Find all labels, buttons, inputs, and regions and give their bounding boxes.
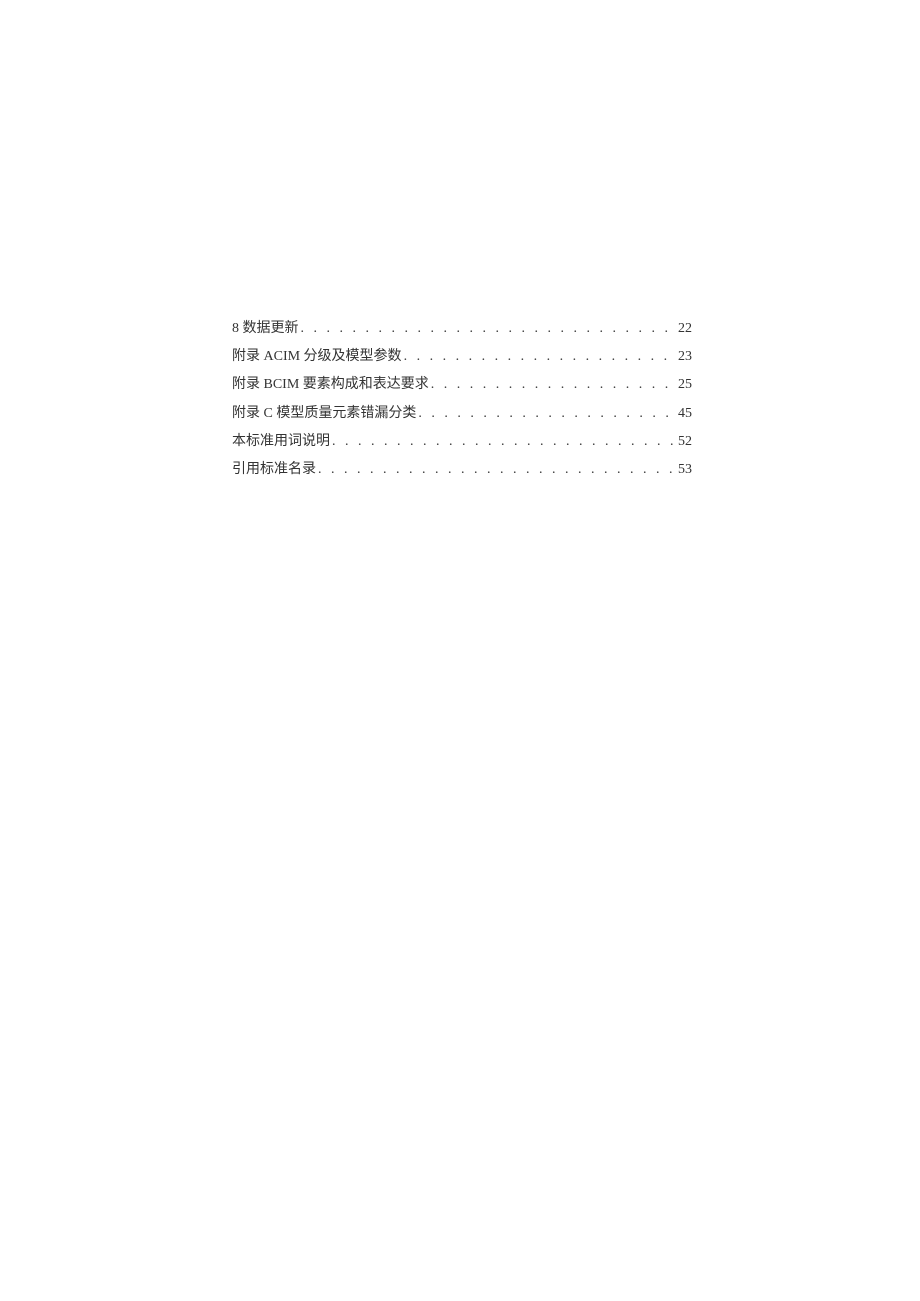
toc-leader-dots [418, 401, 676, 426]
toc-entry: 附录 BCIM 要素构成和表达要求 25 [232, 372, 692, 397]
toc-entry: 附录 C 模型质量元素错漏分类 45 [232, 401, 692, 426]
toc-page-number: 45 [678, 401, 692, 426]
toc-leader-dots [301, 316, 677, 341]
toc-leader-dots [404, 344, 676, 369]
toc-title: 8 数据更新 [232, 316, 299, 341]
toc-leader-dots [431, 372, 676, 397]
toc-leader-dots [318, 457, 676, 482]
toc-page-number: 25 [678, 372, 692, 397]
toc-page-number: 23 [678, 344, 692, 369]
toc-page-number: 22 [678, 316, 692, 341]
toc-container: 8 数据更新 22 附录 ACIM 分级及模型参数 23 附录 BCIM 要素构… [232, 316, 692, 485]
toc-page-number: 53 [678, 457, 692, 482]
toc-title: 附录 BCIM 要素构成和表达要求 [232, 372, 429, 397]
toc-title: 引用标准名录 [232, 457, 316, 482]
toc-entry: 8 数据更新 22 [232, 316, 692, 341]
toc-title: 附录 ACIM 分级及模型参数 [232, 344, 402, 369]
toc-page-number: 52 [678, 429, 692, 454]
toc-title: 本标准用词说明 [232, 429, 330, 454]
toc-leader-dots [332, 429, 676, 454]
toc-entry: 附录 ACIM 分级及模型参数 23 [232, 344, 692, 369]
toc-title: 附录 C 模型质量元素错漏分类 [232, 401, 416, 426]
toc-entry: 引用标准名录 53 [232, 457, 692, 482]
toc-entry: 本标准用词说明 52 [232, 429, 692, 454]
